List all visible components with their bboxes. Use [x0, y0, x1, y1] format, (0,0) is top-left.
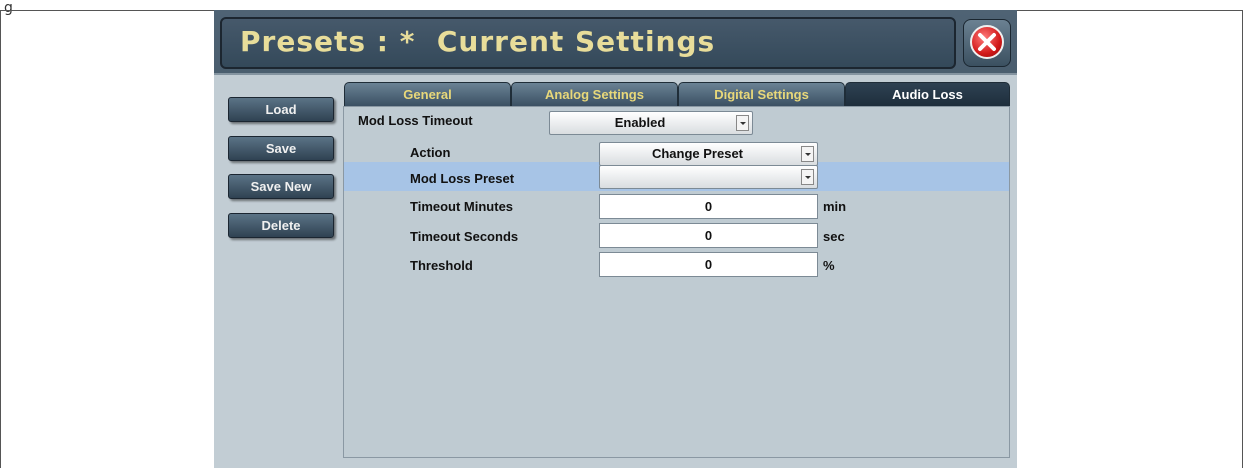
- threshold-input[interactable]: 0: [599, 252, 818, 277]
- mod-loss-timeout-label: Mod Loss Timeout: [358, 113, 473, 128]
- action-select[interactable]: Change Preset: [599, 142, 818, 166]
- tab-bar: General Analog Settings Digital Settings…: [344, 82, 1010, 106]
- title-bar: Presets : * Current Settings: [220, 17, 956, 69]
- mod-loss-timeout-value: Enabled: [614, 115, 666, 130]
- mod-loss-preset-select[interactable]: [599, 165, 818, 189]
- delete-button[interactable]: Delete: [228, 213, 334, 238]
- tab-general[interactable]: General: [344, 82, 511, 106]
- save-button[interactable]: Save: [228, 136, 334, 161]
- body-panel: Load Save Save New Delete General Analog…: [214, 73, 1017, 468]
- threshold-label: Threshold: [410, 258, 473, 273]
- timeout-seconds-unit: sec: [823, 229, 845, 244]
- tab-audio-loss[interactable]: Audio Loss: [845, 82, 1010, 106]
- timeout-minutes-unit: min: [823, 199, 847, 214]
- chevron-down-icon: [736, 115, 749, 131]
- audio-loss-panel: Mod Loss Timeout Enabled Action Change P…: [343, 106, 1010, 458]
- action-label: Action: [410, 145, 451, 160]
- threshold-unit: %: [823, 258, 835, 273]
- timeout-seconds-label: Timeout Seconds: [410, 229, 519, 244]
- chevron-down-icon: [801, 146, 814, 162]
- presets-screen: Presets : * Current Settings Load Save S…: [214, 10, 1017, 468]
- timeout-seconds-input[interactable]: 0: [599, 223, 818, 248]
- page-title: Presets : * Current Settings: [240, 25, 716, 58]
- save-new-button[interactable]: Save New: [228, 174, 334, 199]
- mod-loss-preset-label: Mod Loss Preset: [410, 171, 515, 186]
- tab-analog-settings[interactable]: Analog Settings: [511, 82, 678, 106]
- load-button[interactable]: Load: [228, 97, 334, 122]
- action-value: Change Preset: [651, 146, 744, 161]
- document-marker: g: [4, 0, 13, 16]
- chevron-down-icon: [801, 169, 814, 185]
- timeout-minutes-label: Timeout Minutes: [410, 199, 514, 214]
- timeout-minutes-input[interactable]: 0: [599, 194, 818, 219]
- mod-loss-preset-value: [600, 166, 795, 188]
- document-frame-left: [0, 10, 1, 468]
- mod-loss-timeout-select[interactable]: Enabled: [549, 111, 753, 135]
- close-x-icon: [970, 25, 1004, 59]
- close-button[interactable]: [963, 19, 1011, 67]
- tab-digital-settings[interactable]: Digital Settings: [678, 82, 845, 106]
